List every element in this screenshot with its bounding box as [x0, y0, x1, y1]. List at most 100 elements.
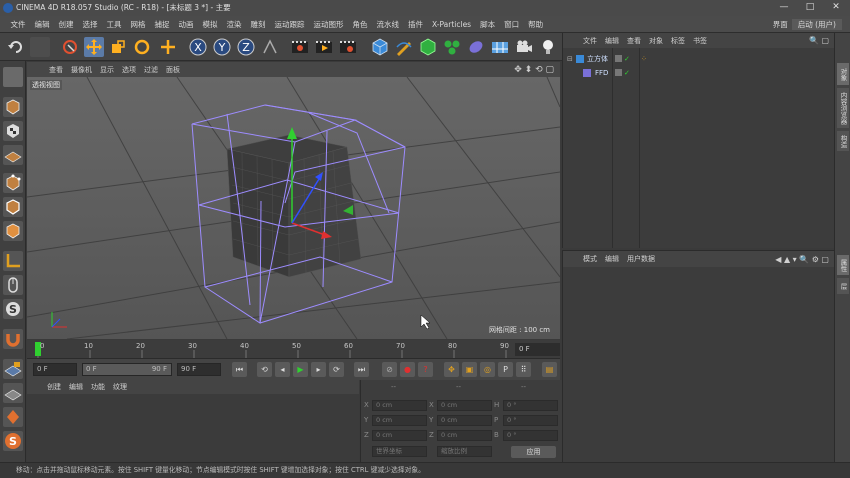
soft-selection-icon[interactable]	[3, 407, 23, 427]
attr-navigation-icons[interactable]: ◀ ▲ ▾ 🔍 ⚙ ▢	[771, 255, 835, 264]
material-menu-create[interactable]: 创建	[43, 382, 65, 392]
position-y-field[interactable]: 0 cm	[372, 415, 427, 426]
scale-tool-icon[interactable]	[108, 37, 128, 57]
layer-icon[interactable]	[615, 55, 622, 62]
minimize-button[interactable]: —	[774, 0, 794, 14]
menu-mograph[interactable]: 运动图形	[309, 19, 348, 30]
go-to-end-icon[interactable]: ⏭	[354, 362, 369, 377]
previous-key-icon[interactable]: ⟲	[257, 362, 272, 377]
menu-tools[interactable]: 工具	[102, 19, 126, 30]
record-disabled-icon[interactable]: ⊘	[382, 362, 397, 377]
object-row-ffd[interactable]: FFD ✓	[563, 67, 835, 79]
play-icon[interactable]: ▶	[293, 362, 308, 377]
next-frame-icon[interactable]: ▸	[311, 362, 326, 377]
maximize-button[interactable]: □	[800, 0, 820, 14]
menu-xparticles[interactable]: X-Particles	[428, 20, 476, 29]
preview-range-slider[interactable]: 0 F 90 F	[82, 363, 172, 376]
tab-layers[interactable]: 层	[837, 278, 849, 294]
menu-window[interactable]: 窗口	[500, 19, 524, 30]
start-frame-field[interactable]: 0 F	[33, 363, 77, 376]
x-axis-lock-icon[interactable]: X	[188, 37, 208, 57]
cube-mesh[interactable]	[226, 134, 362, 278]
rotate-tool-icon[interactable]	[132, 37, 152, 57]
key-pla-icon[interactable]: ⠿	[516, 362, 531, 377]
object-menu-object[interactable]: 对象	[645, 36, 667, 46]
position-x-field[interactable]: 0 cm	[372, 400, 427, 411]
menu-character[interactable]: 角色	[348, 19, 372, 30]
enabled-check-icon[interactable]: ✓	[624, 53, 630, 65]
record-active-objects-icon[interactable]: ●	[400, 362, 415, 377]
cube-primitive-icon[interactable]	[370, 37, 390, 57]
redo-icon[interactable]	[30, 37, 50, 57]
key-parameter-icon[interactable]: P	[498, 362, 513, 377]
object-name[interactable]: FFD	[595, 67, 608, 79]
render-settings-icon[interactable]	[338, 37, 358, 57]
floor-environment-icon[interactable]	[490, 37, 510, 57]
attr-menu-mode[interactable]: 模式	[579, 254, 601, 264]
tab-objects[interactable]: 对象	[837, 63, 849, 85]
attr-menu-edit[interactable]: 编辑	[601, 254, 623, 264]
material-menu-function[interactable]: 功能	[87, 382, 109, 392]
apply-button[interactable]: 应用	[511, 446, 556, 458]
menu-script[interactable]: 脚本	[476, 19, 500, 30]
coordinate-mode-select[interactable]: 世界坐标	[372, 446, 427, 457]
viewport-menu-camera[interactable]: 摄像机	[67, 65, 96, 75]
script-s-icon[interactable]: S	[3, 431, 23, 451]
viewport-navigation-icons[interactable]: ✥ ⬍ ⟲ ▢	[510, 65, 560, 75]
timeline-ruler[interactable]: 0 10 20 30 40 50 60 70 80 90	[27, 340, 560, 358]
magnet-icon[interactable]	[3, 329, 23, 349]
make-editable-icon[interactable]	[3, 67, 23, 87]
viewport-menu-panel[interactable]: 面板	[162, 65, 184, 75]
go-to-start-icon[interactable]: ⏮	[232, 362, 247, 377]
planar-workplane-icon[interactable]	[3, 383, 23, 403]
polygons-mode-icon[interactable]	[3, 221, 23, 241]
menu-simulate[interactable]: 模拟	[198, 19, 222, 30]
menu-sculpt[interactable]: 雕刻	[246, 19, 270, 30]
timeline-window-icon[interactable]: ▤	[542, 362, 557, 377]
tab-attributes[interactable]: 属性	[837, 255, 849, 275]
rotation-b-field[interactable]: 0 °	[503, 430, 558, 441]
menu-motion-tracking[interactable]: 运动跟踪	[270, 19, 309, 30]
menu-mesh[interactable]: 网格	[126, 19, 150, 30]
coordinate-system-icon[interactable]	[260, 37, 280, 57]
viewport-menu-display[interactable]: 显示	[96, 65, 118, 75]
live-select-icon[interactable]	[60, 37, 80, 57]
render-to-picture-viewer-icon[interactable]	[314, 37, 334, 57]
layout-select[interactable]: 启动 (用户)	[791, 18, 842, 30]
menu-create[interactable]: 创建	[54, 19, 78, 30]
pen-spline-icon[interactable]	[394, 37, 414, 57]
menu-select[interactable]: 选择	[78, 19, 102, 30]
z-axis-lock-icon[interactable]: Z	[236, 37, 256, 57]
texture-mode-icon[interactable]	[3, 121, 23, 141]
tweak-mode-icon[interactable]	[3, 275, 23, 295]
menu-file[interactable]: 文件	[6, 19, 30, 30]
menu-animate[interactable]: 动画	[174, 19, 198, 30]
object-name[interactable]: 立方体	[587, 53, 608, 65]
enable-axis-icon[interactable]	[3, 251, 23, 271]
subdivision-surface-icon[interactable]	[418, 37, 438, 57]
menu-pipeline[interactable]: 流水线	[372, 19, 404, 30]
menu-snap[interactable]: 捕捉	[150, 19, 174, 30]
layer-icon[interactable]	[615, 69, 622, 76]
key-scale-icon[interactable]: ▣	[462, 362, 477, 377]
phong-tag-icon[interactable]: ⁘	[641, 53, 647, 65]
model-mode-icon[interactable]	[3, 97, 23, 117]
autokeying-icon[interactable]: ?	[418, 362, 433, 377]
y-axis-lock-icon[interactable]: Y	[212, 37, 232, 57]
move-tool-icon[interactable]	[84, 37, 104, 57]
camera-icon[interactable]	[514, 37, 534, 57]
object-menu-tags[interactable]: 标签	[667, 36, 689, 46]
points-mode-icon[interactable]	[3, 173, 23, 193]
key-rotation-icon[interactable]: ◎	[480, 362, 495, 377]
size-y-field[interactable]: 0 cm	[437, 415, 492, 426]
rotation-p-field[interactable]: 0 °	[503, 415, 558, 426]
position-z-field[interactable]: 0 cm	[372, 430, 427, 441]
tab-content-browser[interactable]: 内容浏览器	[837, 88, 849, 128]
light-icon[interactable]	[538, 37, 558, 57]
menu-help[interactable]: 帮助	[524, 19, 548, 30]
scene-canvas[interactable]	[27, 77, 560, 339]
size-mode-select[interactable]: 缩放比例	[437, 446, 492, 457]
previous-frame-icon[interactable]: ◂	[275, 362, 290, 377]
object-menu-view[interactable]: 查看	[623, 36, 645, 46]
render-view-icon[interactable]	[290, 37, 310, 57]
